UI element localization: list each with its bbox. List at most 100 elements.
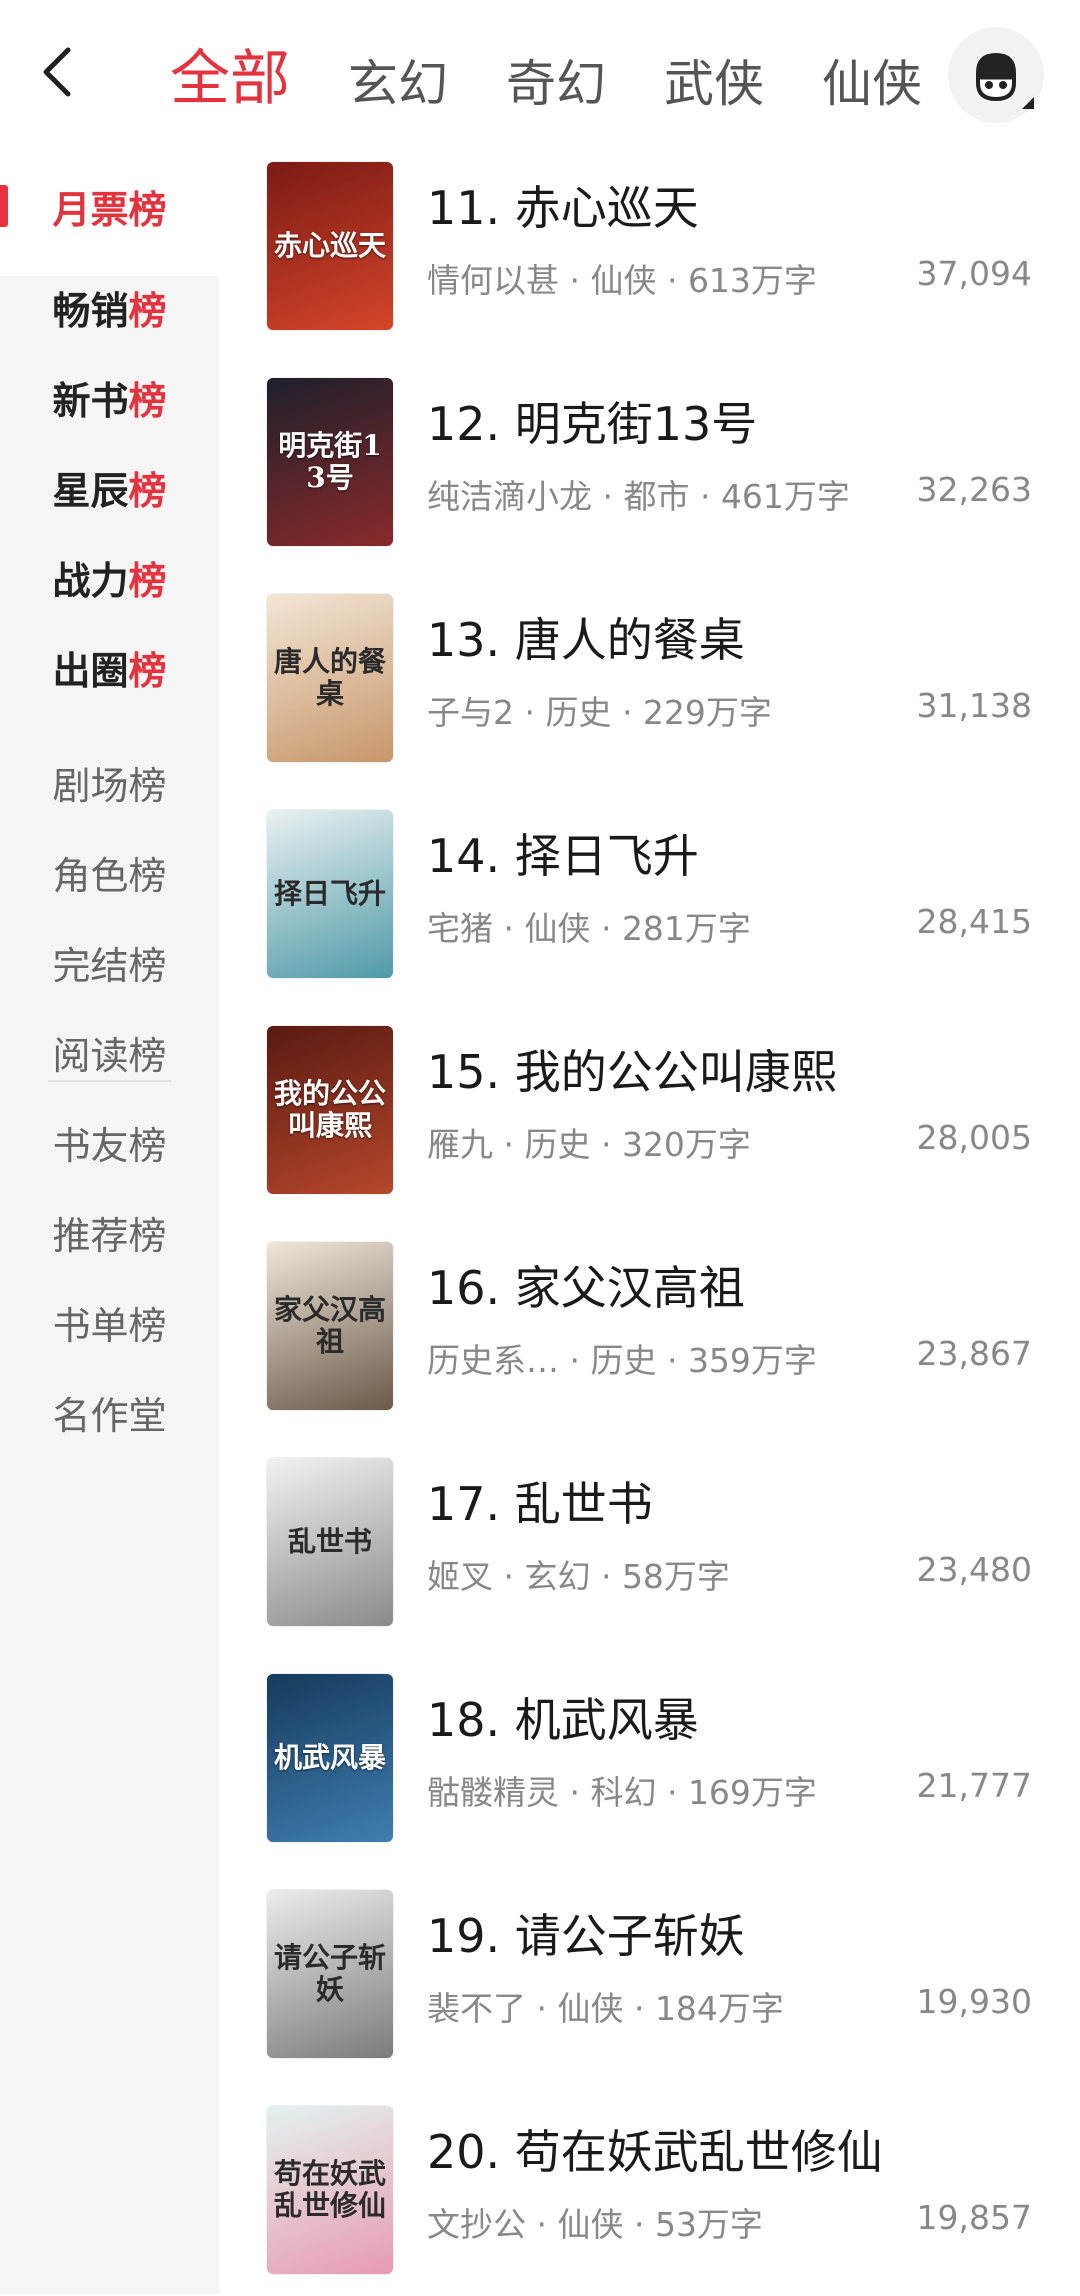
book-cover-image[interactable]: 苟在妖武乱世修仙 <box>267 2106 393 2274</box>
book-title[interactable]: 12. 明克街13号 <box>427 388 757 454</box>
sidebar-item-11[interactable]: 推荐榜 <box>0 1187 219 1277</box>
sidebar-item-1[interactable]: 畅销榜 <box>0 262 219 352</box>
book-title[interactable]: 14. 择日飞升 <box>427 820 699 886</box>
sidebar-item-label: 战力 <box>52 558 129 603</box>
sidebar-item-suffix: 榜 <box>128 378 167 423</box>
book-cover-image[interactable]: 明克街13号 <box>267 378 393 546</box>
book-cover-title: 我的公公叫康熙 <box>273 1077 386 1142</box>
monthly-ticket-count: 19,857 <box>916 2198 1032 2237</box>
sidebar-item-label: 完结榜 <box>52 943 167 988</box>
sidebar-item-suffix: 榜 <box>128 648 167 693</box>
monthly-ticket-count: 31,138 <box>916 686 1032 725</box>
book-meta: 裴不了 · 仙侠 · 184万字 <box>427 1989 784 2028</box>
tab-0[interactable]: 全部 <box>170 44 290 114</box>
book-row[interactable]: 请公子斩妖 19. 请公子斩妖裴不了 · 仙侠 · 184万字 19,930 <box>219 1864 1080 2080</box>
book-cover-title: 明克街13号 <box>278 429 382 494</box>
book-meta: 历史系… · 历史 · 359万字 <box>427 1341 817 1380</box>
sidebar-item-suffix: 榜 <box>128 187 167 232</box>
book-cover-title: 请公子斩妖 <box>273 1941 386 2006</box>
book-cover-image[interactable]: 我的公公叫康熙 <box>267 1026 393 1194</box>
book-cover-title: 唐人的餐桌 <box>273 645 386 710</box>
book-cover-title: 苟在妖武乱世修仙 <box>273 2157 386 2222</box>
book-title[interactable]: 19. 请公子斩妖 <box>427 1900 745 1966</box>
book-row[interactable]: 明克街13号 12. 明克街13号 纯洁滴小龙 · 都市 · 461万字 32,263 <box>219 352 1080 568</box>
book-meta: 子与2 · 历史 · 229万字 <box>427 693 772 732</box>
sidebar-item-label: 星辰 <box>52 468 129 513</box>
avatar-corner-icon <box>1022 97 1034 109</box>
book-row[interactable]: 机武风暴 18. 机武风暴 骷髅精灵 · 科幻 · 169万字 21,777 <box>219 1648 1080 1864</box>
sidebar-item-suffix: 榜 <box>128 288 167 333</box>
sidebar-item-label: 阅读榜 <box>52 1033 167 1078</box>
book-cover-image[interactable]: 择日飞升 <box>267 810 393 978</box>
sidebar-item-label: 出圈 <box>52 648 129 693</box>
monthly-ticket-count: 28,415 <box>916 902 1032 941</box>
sidebar-item-label: 书单榜 <box>52 1303 167 1348</box>
book-title[interactable]: 15. 我的公公叫康熙 <box>427 1036 837 1102</box>
sidebar-item-2[interactable]: 新书榜 <box>0 352 219 442</box>
book-cover-title: 乱世书 <box>287 1525 372 1558</box>
sidebar-item-6[interactable]: 剧场榜 <box>0 737 219 827</box>
sidebar-item-label: 新书 <box>52 378 129 423</box>
sidebar-item-0[interactable]: 月票榜 <box>0 136 219 276</box>
sidebar-item-4[interactable]: 战力榜 <box>0 532 219 622</box>
sidebar-item-5[interactable]: 出圈榜 <box>0 622 219 712</box>
monthly-ticket-count: 28,005 <box>916 1118 1032 1157</box>
book-row[interactable]: 我的公公叫康熙 15. 我的公公叫康熙雁九 · 历史 · 320万字 28,005 <box>219 1000 1080 1216</box>
user-avatar-icon[interactable] <box>948 27 1044 123</box>
book-row[interactable]: 苟在妖武乱世修仙 20. 苟在妖武乱世修仙 文抄公 · 仙侠 · 53万字 19,85… <box>219 2080 1080 2296</box>
sidebar-item-suffix: 榜 <box>128 468 167 513</box>
tab-1[interactable]: 玄幻 <box>348 54 448 114</box>
sidebar-item-label: 名作堂 <box>52 1393 167 1438</box>
book-meta: 骷髅精灵 · 科幻 · 169万字 <box>427 1773 817 1812</box>
sidebar-item-10[interactable]: 书友榜 <box>0 1097 219 1187</box>
book-ranking-list: 赤心巡天 11. 赤心巡天情何以甚 · 仙侠 · 613万字 37,094 明克街13… <box>219 136 1080 2294</box>
book-row[interactable]: 家父汉高祖 16. 家父汉高祖历史系… · 历史 · 359万字 23,867 <box>219 1216 1080 1432</box>
book-cover-title: 家父汉高祖 <box>273 1293 386 1358</box>
book-row[interactable]: 唐人的餐桌 13. 唐人的餐桌子与2 · 历史 · 229万字 31,138 <box>219 568 1080 784</box>
tab-2[interactable]: 奇幻 <box>506 54 606 114</box>
sidebar-item-8[interactable]: 完结榜 <box>0 917 219 1007</box>
sidebar-item-13[interactable]: 名作堂 <box>0 1367 219 1457</box>
book-row[interactable]: 择日飞升 14. 择日飞升宅猪 · 仙侠 · 281万字 28,415 <box>219 784 1080 1000</box>
book-cover-image[interactable]: 机武风暴 <box>267 1674 393 1842</box>
tab-3[interactable]: 武侠 <box>664 54 764 114</box>
sidebar-item-label: 剧场榜 <box>52 763 167 808</box>
sidebar-item-12[interactable]: 书单榜 <box>0 1277 219 1367</box>
sidebar-item-9[interactable]: 阅读榜 <box>0 1007 219 1097</box>
book-meta: 雁九 · 历史 · 320万字 <box>427 1125 751 1164</box>
monthly-ticket-count: 37,094 <box>916 254 1032 293</box>
book-cover-title: 择日飞升 <box>273 877 386 910</box>
book-row[interactable]: 乱世书 17. 乱世书姬叉 · 玄幻 · 58万字 23,480 <box>219 1432 1080 1648</box>
sidebar-item-label: 书友榜 <box>52 1123 167 1168</box>
monthly-ticket-count: 19,930 <box>916 1982 1032 2021</box>
book-title[interactable]: 18. 机武风暴 <box>427 1684 699 1750</box>
tab-4[interactable]: 仙侠 <box>822 54 922 114</box>
rank-sidebar: 月票榜畅销榜新书榜星辰榜战力榜出圈榜剧场榜 角色榜 完结榜 阅读榜 书友榜 推荐榜 书单榜名… <box>0 136 219 2294</box>
top-bar: 全部 玄幻 奇幻 武侠 仙侠 <box>0 0 1080 136</box>
book-cover-image[interactable]: 家父汉高祖 <box>267 1242 393 1410</box>
book-cover-title: 机武风暴 <box>273 1741 386 1774</box>
book-cover-image[interactable]: 请公子斩妖 <box>267 1890 393 2058</box>
sidebar-item-label: 角色榜 <box>52 853 167 898</box>
back-arrow-icon[interactable] <box>30 42 90 102</box>
book-cover-image[interactable]: 唐人的餐桌 <box>267 594 393 762</box>
book-cover-image[interactable]: 乱世书 <box>267 1458 393 1626</box>
sidebar-item-3[interactable]: 星辰榜 <box>0 442 219 532</box>
book-row[interactable]: 赤心巡天 11. 赤心巡天情何以甚 · 仙侠 · 613万字 37,094 <box>219 136 1080 352</box>
book-meta: 姬叉 · 玄幻 · 58万字 <box>427 1557 730 1596</box>
sidebar-item-label: 推荐榜 <box>52 1213 167 1258</box>
monthly-ticket-count: 32,263 <box>916 470 1032 509</box>
book-title[interactable]: 11. 赤心巡天 <box>427 172 699 238</box>
book-title[interactable]: 20. 苟在妖武乱世修仙 <box>427 2116 883 2182</box>
book-title[interactable]: 13. 唐人的餐桌 <box>427 604 745 670</box>
book-meta: 情何以甚 · 仙侠 · 613万字 <box>427 261 817 300</box>
book-meta: 宅猪 · 仙侠 · 281万字 <box>427 909 751 948</box>
book-title[interactable]: 16. 家父汉高祖 <box>427 1252 745 1318</box>
monthly-ticket-count: 23,480 <box>916 1550 1032 1589</box>
sidebar-item-7[interactable]: 角色榜 <box>0 827 219 917</box>
book-title[interactable]: 17. 乱世书 <box>427 1468 653 1534</box>
book-cover-title: 赤心巡天 <box>273 229 386 262</box>
sidebar-item-suffix: 榜 <box>128 558 167 603</box>
monthly-ticket-count: 23,867 <box>916 1334 1032 1373</box>
book-cover-image[interactable]: 赤心巡天 <box>267 162 393 330</box>
